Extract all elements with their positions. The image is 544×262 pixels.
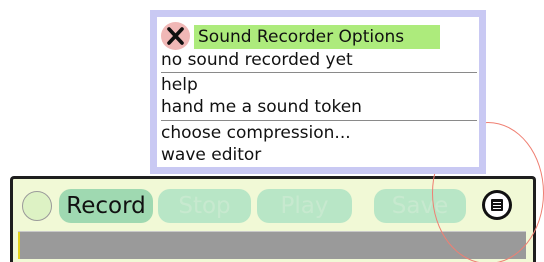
sound-waveform-track[interactable] <box>18 231 526 259</box>
menu-bars-icon <box>491 199 503 211</box>
menu-item-choose-compression[interactable]: choose compression... <box>161 123 477 144</box>
menu-title-bar: Sound Recorder Options <box>161 22 479 50</box>
menu-item-wave-editor[interactable]: wave editor <box>161 145 477 166</box>
menu-item-help[interactable]: help <box>161 75 477 96</box>
play-button[interactable]: Play <box>257 189 352 223</box>
menu-title: Sound Recorder Options <box>194 25 440 49</box>
menu-item-sound-token[interactable]: hand me a sound token <box>161 97 477 118</box>
menu-divider <box>161 72 477 73</box>
playback-cursor <box>18 232 20 259</box>
stop-button[interactable]: Stop <box>158 189 251 223</box>
record-button[interactable]: Record <box>59 189 153 223</box>
sound-recorder-panel: Record Stop Play Save <box>10 176 536 262</box>
save-button[interactable]: Save <box>374 189 466 223</box>
menu-divider <box>161 120 477 121</box>
recording-level-indicator <box>22 191 52 221</box>
menu-icon[interactable] <box>482 190 512 220</box>
sound-recorder-options-menu: Sound Recorder Options no sound recorded… <box>150 10 486 174</box>
menu-item-no-sound[interactable]: no sound recorded yet <box>161 50 477 71</box>
screen: Record Stop Play Save Sound Recorder Opt… <box>0 0 544 262</box>
close-x-glyph <box>167 27 184 45</box>
menu-icon-face <box>485 193 509 217</box>
close-icon[interactable] <box>161 22 190 50</box>
